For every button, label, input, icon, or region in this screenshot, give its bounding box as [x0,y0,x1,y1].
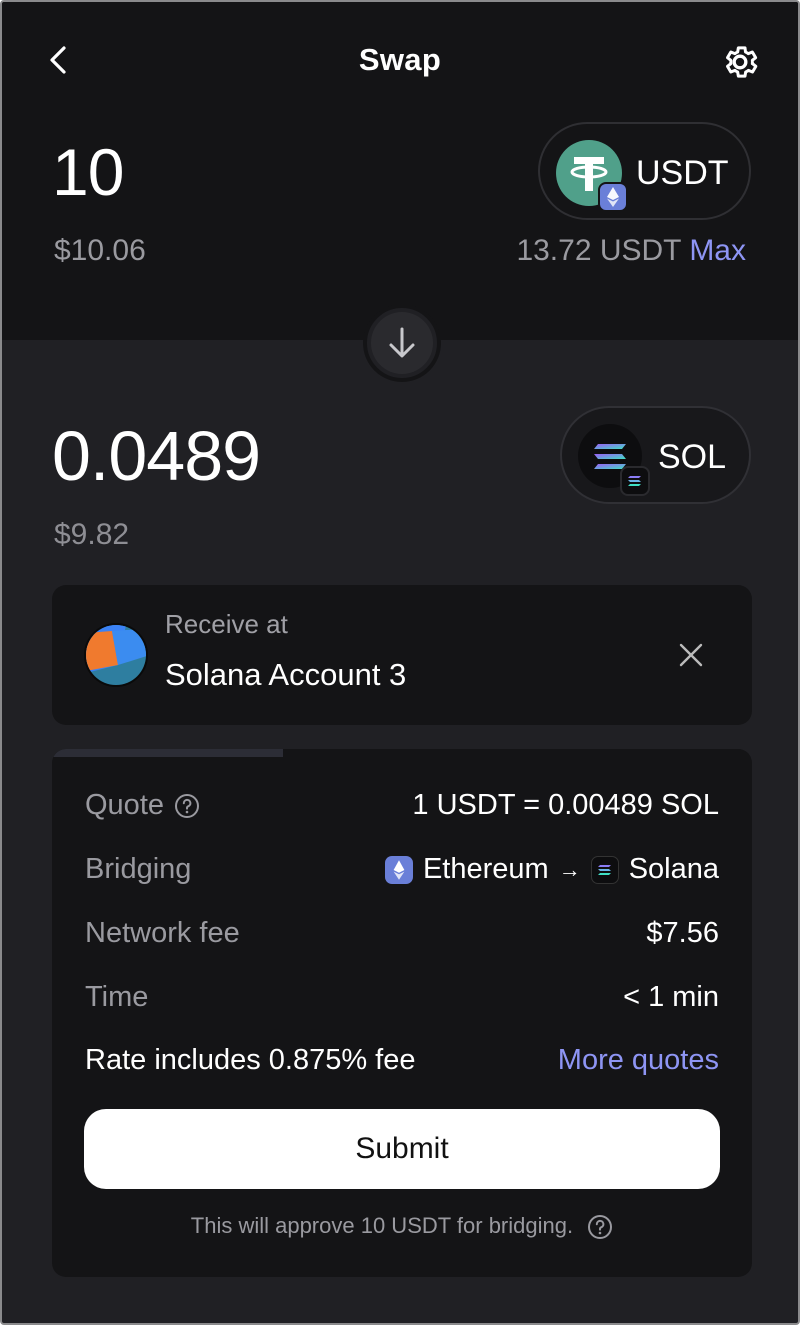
to-usd-value: $9.82 [54,518,130,551]
receive-account-name[interactable]: Solana Account 3 [165,657,406,693]
quote-card: Quote 1 USDT = 0.00489 SOL Bridging Ethe… [52,749,752,1277]
bridging-to-chain: Solana [628,853,719,885]
balance-text: 13.72 USDT [516,234,681,267]
avatar [84,623,148,687]
help-icon[interactable] [174,793,200,819]
settings-button[interactable] [720,42,760,82]
network-fee-value: $7.56 [646,917,719,949]
close-icon [679,643,703,667]
network-fee-label: Network fee [85,917,240,949]
arrow-down-icon [389,327,415,358]
approve-note: This will approve 10 USDT for bridging. [52,1213,752,1240]
ethereum-icon [598,182,628,212]
network-fee-row: Network fee $7.56 [85,915,719,955]
from-amount-input[interactable]: 10 [52,134,124,210]
bridging-label: Bridging [85,853,192,885]
bridging-value: Ethereum → Solana [384,853,719,886]
from-token-label: USDT [636,154,729,192]
quote-refresh-progress [52,749,752,757]
receive-label: Receive at [165,609,288,639]
swap-screen: Swap 10 $10.06 USDT 13.72 USDT Max 0.048… [0,0,800,1325]
bridging-from-chain: Ethereum [422,853,549,885]
from-section: Swap 10 $10.06 USDT 13.72 USDT Max [2,2,798,340]
ethereum-icon [384,855,413,884]
solana-network-icon [620,466,650,496]
receive-at-card: Receive at Solana Account 3 [52,585,752,725]
page-title: Swap [358,42,442,77]
more-quotes-link[interactable]: More quotes [558,1044,719,1077]
fee-note: Rate includes 0.875% fee [85,1044,416,1076]
quote-label: Quote [85,789,200,822]
quote-row: Quote 1 USDT = 0.00489 SOL [85,787,719,827]
header: Swap [2,30,798,90]
from-balance: 13.72 USDT Max [516,234,746,268]
time-value: < 1 min [623,981,719,1013]
time-label: Time [85,981,149,1013]
help-icon[interactable] [587,1214,613,1240]
to-token-selector[interactable]: SOL [560,406,751,504]
time-row: Time < 1 min [85,979,719,1019]
arrow-right-icon: → [558,856,581,882]
swap-direction-button[interactable] [363,304,441,382]
quote-value: 1 USDT = 0.00489 SOL [412,789,719,821]
bridging-row: Bridging Ethereum → Solana [85,851,719,891]
submit-button[interactable]: Submit [84,1109,720,1189]
from-usd-value: $10.06 [54,234,146,267]
gear-icon [726,46,758,78]
clear-receive-button[interactable] [676,640,706,670]
max-button[interactable]: Max [689,234,746,267]
quote-refresh-progress-fill [52,749,283,757]
to-amount: 0.0489 [52,417,261,495]
to-token-label: SOL [658,438,727,476]
solana-icon [590,855,619,884]
from-token-selector[interactable]: USDT [538,122,751,220]
